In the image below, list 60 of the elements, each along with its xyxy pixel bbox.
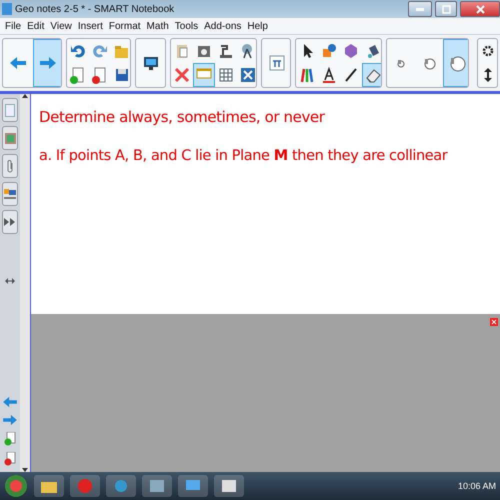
- properties-tab[interactable]: [2, 182, 18, 206]
- maximize-button[interactable]: [435, 1, 457, 17]
- settings-icon: [482, 45, 494, 57]
- table-icon: [216, 66, 235, 84]
- double-arrow-icon: [4, 218, 16, 226]
- close-icon: [476, 4, 484, 14]
- handwritten-text: a. If points A, B, and C lie in Plane M then they are collinear: [39, 148, 449, 164]
- resize-arrows-icon: [5, 278, 15, 284]
- film-icon: [222, 480, 236, 492]
- clock: 10:06 AM: [458, 481, 496, 491]
- arrow-left-icon: [2, 396, 18, 408]
- arrow-left-icon: [9, 54, 27, 72]
- page-icon: [5, 104, 15, 116]
- menu-item[interactable]: Tools: [172, 20, 202, 32]
- gallery-tab[interactable]: [2, 126, 18, 150]
- circle-icon: [78, 479, 92, 493]
- eraser-icon: [448, 54, 466, 72]
- arrow-right-icon: [39, 54, 57, 72]
- pi-icon: [268, 54, 286, 72]
- page-delete-icon: [4, 452, 16, 466]
- monitor-icon: [142, 54, 160, 72]
- app-icon: [2, 3, 12, 15]
- menu-item[interactable]: View: [47, 20, 75, 32]
- paperclip-icon: [5, 160, 15, 172]
- delete-icon: [172, 66, 191, 84]
- handwritten-text: Determine always, sometimes, or never: [39, 108, 326, 126]
- close-button[interactable]: [460, 1, 500, 17]
- sidebar-toggle[interactable]: [2, 210, 18, 234]
- taskbar-button[interactable]: [142, 475, 172, 497]
- taskbar-button[interactable]: [214, 475, 244, 497]
- scrollbar[interactable]: [20, 94, 31, 472]
- taskbar-button[interactable]: [34, 475, 64, 497]
- menu-item[interactable]: Help: [244, 20, 271, 32]
- taskbar-button[interactable]: [178, 475, 208, 497]
- taskbar-button[interactable]: [106, 475, 136, 497]
- monitor-icon: [186, 480, 200, 492]
- window-icon: [150, 480, 164, 492]
- page-sorter-tab[interactable]: [2, 98, 18, 122]
- toolbar-button[interactable]: [362, 63, 382, 87]
- close-icon: [490, 318, 498, 326]
- folder-icon: [41, 479, 57, 493]
- page-add-icon: [4, 432, 16, 446]
- minimize-icon: [416, 8, 424, 10]
- menu-item[interactable]: Add-ons: [201, 20, 244, 32]
- shapes-icon: [320, 42, 338, 60]
- start-icon: [4, 474, 28, 498]
- attachments-tab[interactable]: [2, 154, 18, 178]
- properties-icon: [4, 188, 16, 200]
- globe-icon: [114, 479, 128, 493]
- up-down-arrow-icon: [484, 68, 492, 82]
- window-title: Geo notes 2-5 * - SMART Notebook: [15, 4, 176, 14]
- arrow-right-icon: [2, 414, 18, 426]
- maximize-icon: [442, 4, 450, 14]
- menu-item[interactable]: Insert: [74, 20, 106, 32]
- menu-item[interactable]: Edit: [24, 20, 48, 32]
- menu-item[interactable]: Math: [144, 20, 172, 32]
- menu-item[interactable]: Format: [106, 20, 144, 32]
- minimize-button[interactable]: [408, 1, 432, 17]
- image-icon: [4, 132, 16, 144]
- menu-item[interactable]: File: [2, 20, 24, 32]
